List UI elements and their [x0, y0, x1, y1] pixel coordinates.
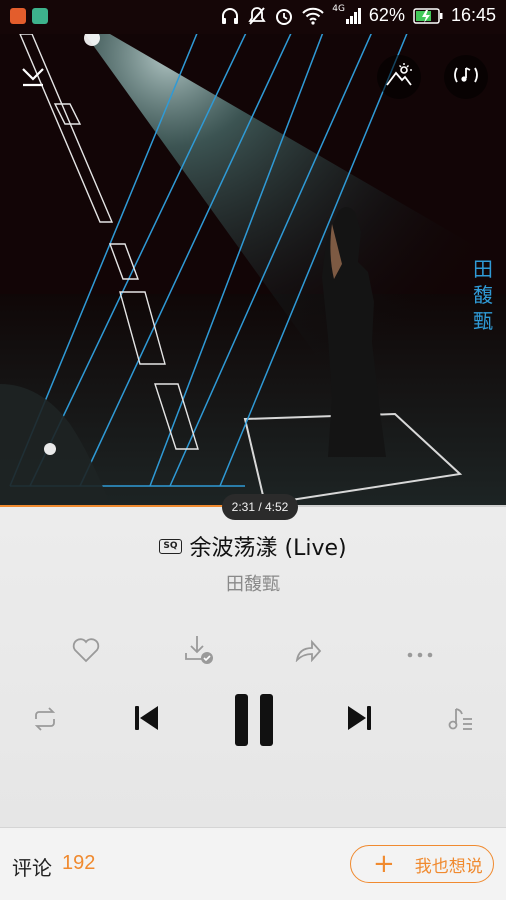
network-type: 4G [332, 3, 345, 14]
more-button[interactable] [404, 636, 436, 668]
song-title-row: SQ 余波荡漾 (Live) [0, 530, 506, 562]
like-button[interactable] [70, 636, 102, 668]
song-title: 余波荡漾 (Live) [189, 536, 347, 561]
artist-name[interactable]: 田馥甄 [0, 570, 506, 596]
pause-icon [231, 694, 277, 750]
time-indicator: 2:31 / 4:52 [222, 494, 298, 520]
album-art-illustration [0, 34, 506, 506]
pause-button[interactable] [226, 694, 282, 750]
alarm-icon [274, 6, 294, 26]
skip-next-icon [345, 703, 375, 737]
wifi-icon [302, 7, 324, 25]
collapse-player-button[interactable] [18, 63, 48, 91]
comment-bar: 评论 192 + 我也想说 [0, 828, 506, 900]
sound-effect-button[interactable] [444, 55, 488, 99]
repeat-icon [32, 707, 58, 735]
album-art-artist-text: 田馥甄 [473, 257, 493, 333]
playback-controls [0, 690, 506, 754]
album-art: 田馥甄 [0, 34, 506, 506]
write-comment-button[interactable]: + 我也想说 [350, 845, 494, 883]
status-bar: 4G 62% 16:45 [0, 0, 506, 34]
write-comment-label: 我也想说 [414, 856, 483, 877]
repeat-mode-button[interactable] [30, 706, 60, 736]
mute-icon [248, 6, 266, 26]
sun-mountain-icon [386, 63, 412, 91]
battery-icon [413, 7, 443, 24]
comment-label[interactable]: 评论 [12, 852, 52, 881]
skip-previous-icon [131, 703, 161, 737]
visual-effect-button[interactable] [377, 55, 421, 99]
heart-icon [72, 637, 100, 667]
notification-app-icon [32, 8, 48, 24]
download-icon [183, 633, 215, 669]
more-dots-icon [407, 643, 433, 662]
quality-badge: SQ [159, 538, 182, 554]
playlist-note-icon [446, 706, 474, 736]
clock: 16:45 [450, 5, 496, 25]
notification-app-icon [10, 8, 26, 24]
chevron-down-icon [18, 68, 48, 95]
comment-count[interactable]: 192 [62, 852, 95, 875]
playlist-button[interactable] [444, 706, 476, 736]
download-button[interactable] [182, 634, 216, 668]
headphones-icon [220, 6, 240, 26]
signal-icon [345, 7, 361, 25]
next-button[interactable] [342, 702, 378, 738]
previous-button[interactable] [128, 702, 164, 738]
share-button[interactable] [292, 636, 324, 668]
share-arrow-icon [294, 638, 322, 666]
music-wave-icon [453, 64, 479, 90]
action-row [0, 632, 506, 670]
plus-icon: + [373, 849, 395, 879]
battery-percentage: 62% [368, 5, 405, 25]
